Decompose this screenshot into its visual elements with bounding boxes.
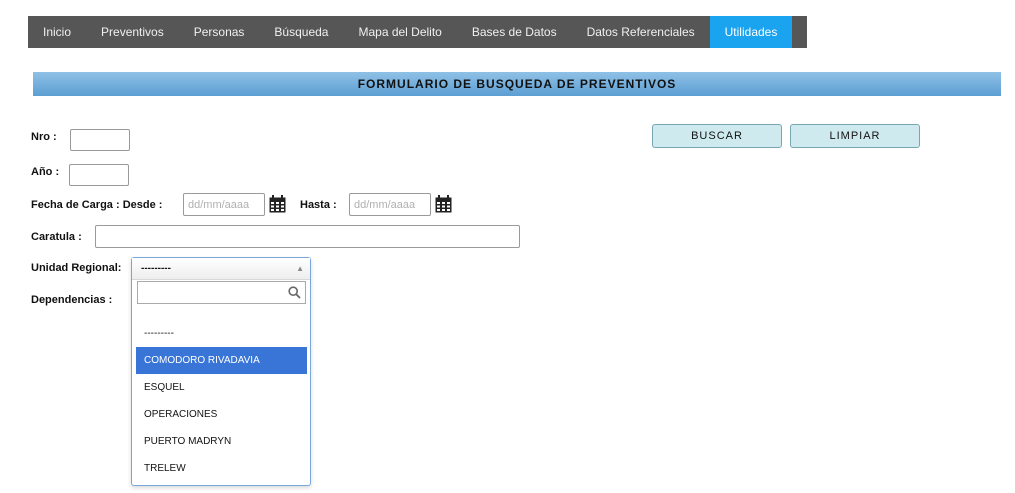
nav-item-utilidades[interactable]: Utilidades: [709, 16, 793, 48]
fecha-carga-label: Fecha de Carga : Desde :: [31, 199, 163, 211]
dropdown-option[interactable]: PUERTO MADRYN: [136, 428, 307, 455]
hasta-label: Hasta :: [300, 199, 337, 211]
dropdown-option[interactable]: ---------: [136, 320, 307, 347]
nav-item-busqueda[interactable]: Búsqueda: [259, 16, 343, 48]
magnifier-icon: [288, 286, 301, 299]
dropdown-search-box[interactable]: [137, 281, 306, 304]
dropdown-option[interactable]: COMODORO RIVADAVIA: [136, 347, 307, 374]
nav-item-inicio[interactable]: Inicio: [28, 16, 86, 48]
limpiar-button[interactable]: LIMPIAR: [790, 124, 920, 148]
form-title: FORMULARIO DE BUSQUEDA DE PREVENTIVOS: [33, 72, 1001, 96]
caratula-input[interactable]: [95, 225, 520, 248]
dropdown-option[interactable]: ESQUEL: [136, 374, 307, 401]
dropdown-option[interactable]: OPERACIONES: [136, 401, 307, 428]
nro-label: Nro :: [31, 131, 57, 143]
desde-date-input[interactable]: [183, 193, 265, 216]
anio-input[interactable]: [69, 164, 129, 186]
caratula-label: Caratula :: [31, 231, 82, 243]
buscar-button[interactable]: BUSCAR: [652, 124, 782, 148]
unidad-regional-dropdown[interactable]: --------- ▲ --------- COMODORO RIVADAVIA…: [131, 257, 311, 486]
selected-value: ---------: [141, 263, 171, 274]
calendar-icon[interactable]: [435, 195, 452, 213]
nav-item-preventivos[interactable]: Preventivos: [86, 16, 179, 48]
calendar-icon[interactable]: [269, 195, 286, 213]
nro-input[interactable]: [70, 129, 130, 151]
main-navbar: Inicio Preventivos Personas Búsqueda Map…: [28, 16, 807, 48]
dropdown-option[interactable]: TRELEW: [136, 455, 307, 482]
nav-item-mapa-del-delito[interactable]: Mapa del Delito: [343, 16, 456, 48]
unidad-regional-select[interactable]: --------- ▲: [132, 258, 310, 280]
nav-item-personas[interactable]: Personas: [179, 16, 260, 48]
caret-up-icon: ▲: [296, 264, 304, 273]
unidad-regional-label: Unidad Regional:: [31, 262, 122, 274]
dropdown-search-input[interactable]: [138, 282, 286, 303]
nav-item-datos-referenciales[interactable]: Datos Referenciales: [572, 16, 710, 48]
nav-item-bases-de-datos[interactable]: Bases de Datos: [457, 16, 572, 48]
dropdown-options-list: --------- COMODORO RIVADAVIA ESQUEL OPER…: [136, 320, 307, 482]
hasta-date-input[interactable]: [349, 193, 431, 216]
anio-label: Año :: [31, 166, 60, 178]
dependencias-label: Dependencias :: [31, 294, 113, 306]
